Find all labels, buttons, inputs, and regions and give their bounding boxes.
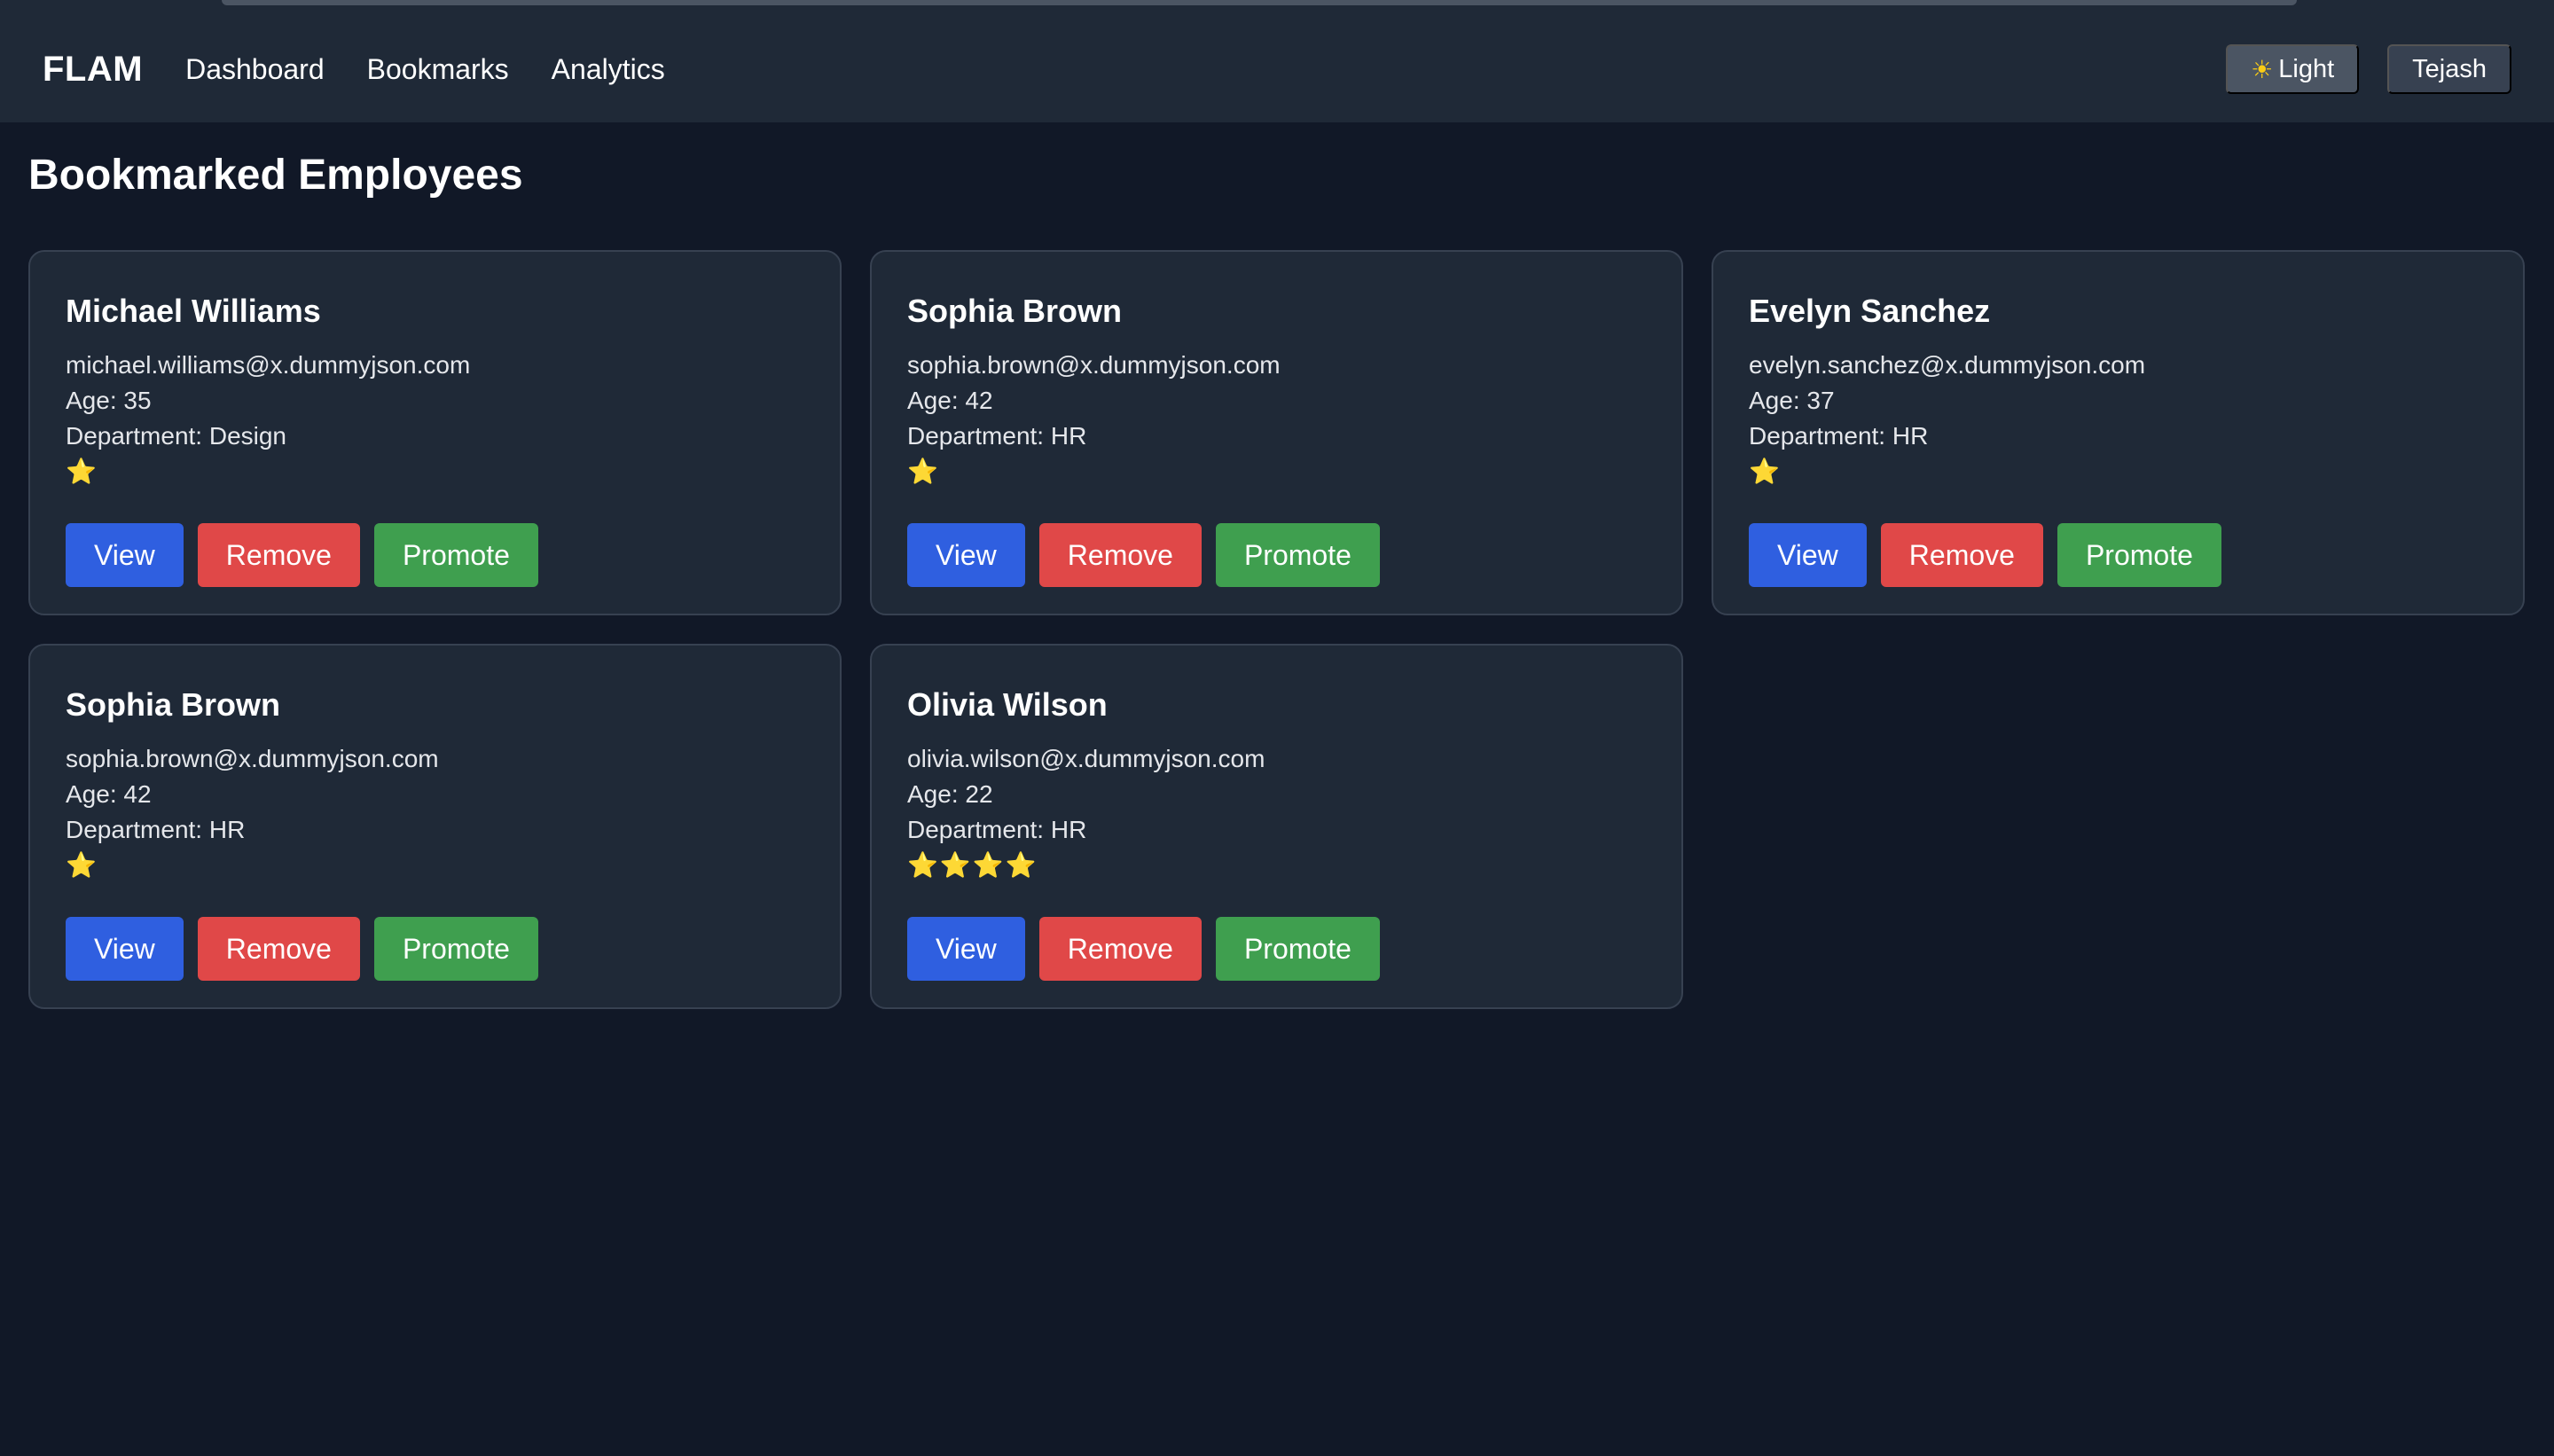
- star-rating-icon: ⭐: [66, 851, 98, 879]
- scrollbar-thumb[interactable]: [222, 0, 2297, 5]
- sun-icon: ☀: [2251, 55, 2274, 83]
- employee-email: olivia.wilson@x.dummyjson.com: [907, 745, 1265, 772]
- employee-card: Olivia Wilson olivia.wilson@x.dummyjson.…: [870, 644, 1683, 1009]
- employee-email: sophia.brown@x.dummyjson.com: [907, 351, 1281, 379]
- card-actions: View Remove Promote: [907, 917, 1646, 981]
- employee-department: Department: HR: [907, 422, 1087, 450]
- employee-age: Age: 22: [907, 780, 993, 808]
- promote-button[interactable]: Promote: [2057, 523, 2221, 587]
- promote-button[interactable]: Promote: [373, 523, 538, 587]
- page-title: Bookmarked Employees: [28, 152, 523, 199]
- view-button[interactable]: View: [907, 523, 1025, 587]
- employee-age: Age: 42: [66, 780, 152, 808]
- employee-card: Sophia Brown sophia.brown@x.dummyjson.co…: [870, 250, 1683, 615]
- remove-button[interactable]: Remove: [1880, 523, 2043, 587]
- star-rating-icon: ⭐: [1749, 458, 1782, 485]
- brand-logo[interactable]: FLAM: [43, 50, 143, 90]
- promote-button[interactable]: Promote: [1215, 523, 1380, 587]
- employee-card-grid: Michael Williams michael.williams@x.dumm…: [28, 250, 2526, 1009]
- employee-name: Olivia Wilson: [907, 686, 1108, 723]
- card-actions: View Remove Promote: [66, 523, 804, 587]
- employee-department: Department: HR: [907, 816, 1087, 843]
- employee-email: evelyn.sanchez@x.dummyjson.com: [1749, 351, 2146, 379]
- employee-name: Michael Williams: [66, 293, 321, 329]
- card-actions: View Remove Promote: [907, 523, 1646, 587]
- star-rating-icon: ⭐: [66, 458, 98, 485]
- star-rating-icon: ⭐⭐⭐⭐: [907, 851, 1038, 879]
- theme-toggle-button[interactable]: ☀ Light: [2226, 44, 2360, 94]
- promote-button[interactable]: Promote: [373, 917, 538, 981]
- employee-card: Sophia Brown sophia.brown@x.dummyjson.co…: [28, 644, 842, 1009]
- card-actions: View Remove Promote: [1749, 523, 2487, 587]
- nav-link-dashboard[interactable]: Dashboard: [185, 53, 325, 86]
- promote-button[interactable]: Promote: [1215, 917, 1380, 981]
- view-button[interactable]: View: [907, 917, 1025, 981]
- employee-name: Sophia Brown: [907, 293, 1122, 329]
- employee-department: Department: HR: [66, 816, 246, 843]
- nav-link-bookmarks[interactable]: Bookmarks: [367, 53, 509, 86]
- view-button[interactable]: View: [66, 917, 184, 981]
- employee-age: Age: 37: [1749, 387, 1835, 414]
- theme-toggle-label: Light: [2278, 54, 2335, 83]
- view-button[interactable]: View: [66, 523, 184, 587]
- view-button[interactable]: View: [1749, 523, 1867, 587]
- remove-button[interactable]: Remove: [1038, 523, 1202, 587]
- star-rating-icon: ⭐: [907, 458, 940, 485]
- employee-department: Department: Design: [66, 422, 287, 450]
- card-actions: View Remove Promote: [66, 917, 804, 981]
- user-menu-button[interactable]: Tejash: [2387, 44, 2511, 94]
- employee-card: Michael Williams michael.williams@x.dumm…: [28, 250, 842, 615]
- navbar-actions: ☀ Light Tejash: [2226, 44, 2511, 94]
- employee-department: Department: HR: [1749, 422, 1929, 450]
- employee-age: Age: 42: [907, 387, 993, 414]
- employee-name: Evelyn Sanchez: [1749, 293, 1991, 329]
- employee-email: michael.williams@x.dummyjson.com: [66, 351, 471, 379]
- employee-age: Age: 35: [66, 387, 152, 414]
- remove-button[interactable]: Remove: [197, 523, 360, 587]
- employee-card: Evelyn Sanchez evelyn.sanchez@x.dummyjso…: [1712, 250, 2525, 615]
- top-navbar: FLAM Dashboard Bookmarks Analytics ☀ Lig…: [0, 16, 2554, 122]
- nav-link-analytics[interactable]: Analytics: [552, 53, 665, 86]
- remove-button[interactable]: Remove: [197, 917, 360, 981]
- employee-email: sophia.brown@x.dummyjson.com: [66, 745, 439, 772]
- employee-name: Sophia Brown: [66, 686, 280, 723]
- remove-button[interactable]: Remove: [1038, 917, 1202, 981]
- browser-top-strip: [0, 0, 2554, 16]
